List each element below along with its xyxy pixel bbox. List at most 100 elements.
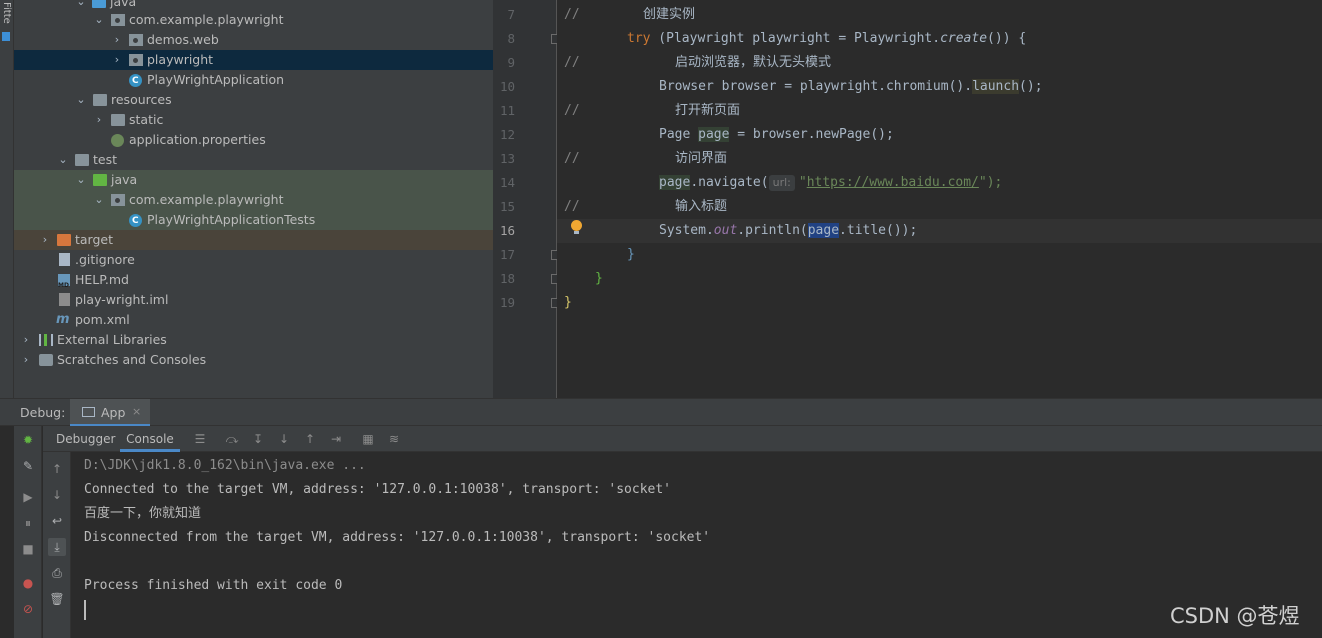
- print-icon[interactable]: ⎙: [48, 564, 66, 582]
- chevron-right-icon[interactable]: ›: [19, 330, 33, 350]
- pause-icon[interactable]: ⏸: [19, 514, 37, 532]
- intention-bulb-icon[interactable]: [570, 219, 584, 235]
- resume-icon[interactable]: ▶: [19, 488, 37, 506]
- chevron-right-icon[interactable]: ›: [19, 350, 33, 370]
- menu-icon[interactable]: ☰: [191, 430, 209, 448]
- scroll-up-icon[interactable]: ↑: [48, 460, 66, 478]
- step-into-icon[interactable]: ↓: [275, 430, 293, 448]
- wrench-icon[interactable]: ✎: [19, 457, 37, 475]
- tree-item-label: test: [93, 152, 118, 167]
- scroll-down-icon[interactable]: ↓: [48, 486, 66, 504]
- tree-item-pom[interactable]: m pom.xml: [14, 310, 493, 330]
- tab-console[interactable]: Console: [120, 426, 180, 452]
- code-line-18: }: [557, 267, 1322, 291]
- debug-tool-window-header: Debug: App ×: [0, 398, 1322, 427]
- comment-text: 启动浏览器，默认无头模式: [675, 55, 832, 70]
- tree-item-package-test[interactable]: ⌄ com.example.playwright: [14, 190, 493, 210]
- tree-item-java-test[interactable]: ⌄ java: [14, 170, 493, 190]
- tree-item-label: com.example.playwright: [129, 12, 284, 27]
- tree-item-label: HELP.md: [75, 272, 129, 287]
- clear-all-icon[interactable]: 🗑: [48, 590, 66, 608]
- line-number: 9: [507, 55, 515, 70]
- tree-item-static[interactable]: › static: [14, 110, 493, 130]
- tree-item-application-properties[interactable]: application.properties: [14, 130, 493, 150]
- chevron-right-icon[interactable]: ›: [110, 30, 124, 50]
- tree-item-playwright-application[interactable]: PlayWrightApplication: [14, 70, 493, 91]
- url-link[interactable]: https://www.baidu.com/: [807, 175, 979, 190]
- code-line-12: Page page = browser.newPage();: [557, 123, 1322, 147]
- project-tool-window-tab[interactable]: Fitte: [0, 0, 14, 44]
- trace-icon[interactable]: ≋: [385, 430, 403, 448]
- console-line: Disconnected from the target VM, address…: [84, 530, 711, 545]
- chevron-down-icon[interactable]: ⌄: [74, 170, 88, 190]
- tree-item-playwright-application-tests[interactable]: PlayWrightApplicationTests: [14, 210, 493, 231]
- left-tool-strip: Fitte: [0, 0, 14, 398]
- comment-text: 创建实例: [643, 7, 696, 22]
- closing-brace: }: [627, 247, 635, 262]
- comment-marker: //: [564, 55, 580, 70]
- comment-marker: //: [564, 199, 580, 214]
- console-line: Process finished with exit code 0: [84, 578, 343, 593]
- tree-item-resources[interactable]: ⌄ resources: [14, 90, 493, 110]
- step-over-icon[interactable]: ↧: [249, 430, 267, 448]
- editor-gutter[interactable]: 7 8 9 10 11 12 13 14 15 16 17 18 19: [493, 0, 557, 398]
- watermark: CSDN @苍煜: [1170, 604, 1300, 628]
- keyword-try: try: [627, 31, 651, 46]
- variable-page: page: [807, 223, 840, 238]
- line-number: 18: [499, 271, 515, 286]
- tree-item-external-libraries[interactable]: › External Libraries: [14, 330, 493, 350]
- string-end: ");: [978, 175, 1003, 190]
- line-number: 13: [499, 151, 515, 166]
- chevron-right-icon[interactable]: ›: [38, 230, 52, 250]
- chevron-down-icon[interactable]: ⌄: [74, 90, 88, 110]
- tree-item-demos-web[interactable]: › demos.web: [14, 30, 493, 50]
- project-icon: [2, 32, 10, 41]
- tab-debugger[interactable]: Debugger: [56, 426, 115, 452]
- rerun-debug-icon[interactable]: ✹: [19, 431, 37, 449]
- console-output[interactable]: D:\JDK\jdk1.8.0_162\bin\java.exe ... Con…: [71, 452, 1322, 638]
- tree-item-gitignore[interactable]: .gitignore: [14, 250, 493, 270]
- tree-item-iml[interactable]: play-wright.iml: [14, 290, 493, 310]
- code-line-8: try (Playwright playwright = Playwright.…: [557, 27, 1322, 51]
- line-number: 12: [499, 127, 515, 142]
- tree-item-package-main[interactable]: ⌄ com.example.playwright: [14, 10, 493, 30]
- code-line-7: // 创建实例: [557, 3, 1322, 27]
- tree-item-target[interactable]: › target: [14, 230, 493, 250]
- chevron-right-icon[interactable]: ›: [92, 110, 106, 130]
- tree-item-test[interactable]: ⌄ test: [14, 150, 493, 170]
- markdown-file-icon: [58, 274, 70, 296]
- show-execution-point-icon[interactable]: ⤼: [223, 430, 241, 448]
- code-line-11: // 打开新页面: [557, 99, 1322, 123]
- run-to-cursor-icon[interactable]: ⇥: [327, 430, 345, 448]
- console-line: Connected to the target VM, address: '12…: [84, 482, 671, 497]
- scroll-to-end-icon[interactable]: ⤓: [48, 538, 66, 556]
- tree-item-playwright[interactable]: › playwright: [14, 50, 493, 70]
- evaluate-expression-icon[interactable]: ▦: [359, 430, 377, 448]
- tree-item-help-md[interactable]: HELP.md: [14, 270, 493, 296]
- tab-app[interactable]: App ×: [70, 399, 150, 427]
- code-line-19: }: [557, 291, 1322, 315]
- chevron-down-icon[interactable]: ⌄: [56, 150, 70, 170]
- code-editor[interactable]: // 创建实例 try (Playwright playwright = Play…: [557, 0, 1322, 398]
- stop-icon[interactable]: ■: [19, 540, 37, 558]
- scratches-icon: [39, 354, 53, 366]
- maven-pom-icon: m: [56, 312, 70, 327]
- close-icon[interactable]: ×: [132, 405, 141, 418]
- line-number: 14: [499, 175, 515, 190]
- package-icon: [111, 14, 125, 26]
- view-breakpoints-icon[interactable]: ●: [19, 574, 37, 592]
- step-out-icon[interactable]: ↑: [301, 430, 319, 448]
- tree-item-label: playwright: [147, 52, 214, 67]
- spring-class-icon: [129, 71, 142, 91]
- tree-item-scratches[interactable]: › Scratches and Consoles: [14, 350, 493, 370]
- line-number: 19: [499, 295, 515, 310]
- properties-file-icon: [111, 134, 124, 147]
- libraries-icon: [39, 334, 53, 346]
- tree-item-label: Scratches and Consoles: [57, 352, 207, 367]
- chevron-right-icon[interactable]: ›: [110, 50, 124, 70]
- chevron-down-icon[interactable]: ⌄: [92, 190, 106, 210]
- soft-wrap-icon[interactable]: ↩: [48, 512, 66, 530]
- chevron-down-icon[interactable]: ⌄: [92, 10, 106, 30]
- mute-breakpoints-icon[interactable]: ⊘: [19, 600, 37, 618]
- tree-item-label: com.example.playwright: [129, 192, 284, 207]
